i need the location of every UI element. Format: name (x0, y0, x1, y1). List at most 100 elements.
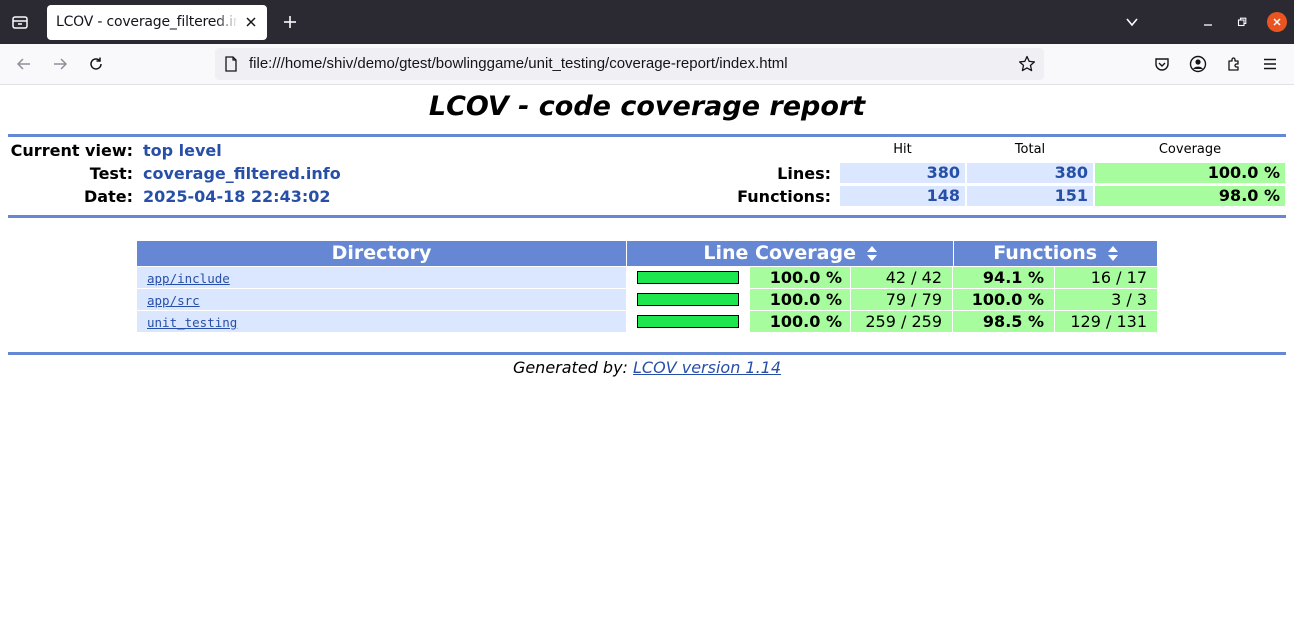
hit-column-header: Hit (893, 142, 912, 157)
pocket-button[interactable] (1150, 52, 1174, 76)
arrow-right-icon (54, 58, 68, 70)
bookmark-star-button[interactable] (1016, 53, 1038, 75)
top-ruler (8, 134, 1286, 137)
function-coverage-count: 129 / 131 (1055, 311, 1157, 332)
coverage-bar (637, 315, 739, 328)
account-button[interactable] (1186, 52, 1210, 76)
extensions-button[interactable] (1222, 52, 1246, 76)
close-icon (1273, 18, 1281, 26)
directory-link[interactable]: unit_testing (147, 315, 237, 330)
footer-prefix: Generated by: (512, 358, 628, 377)
coverage-bar-cell (627, 289, 749, 310)
line-coverage-percent: 100.0 % (750, 267, 850, 288)
line-coverage-count: 42 / 42 (851, 267, 952, 288)
functions-column-label: Functions (993, 242, 1098, 264)
directory-cell: app/include (137, 267, 626, 288)
functions-column-header[interactable]: Functions (954, 241, 1157, 266)
coverage-bar-fill (638, 272, 738, 283)
active-tab[interactable]: LCOV - coverage_filtered.info (47, 5, 267, 40)
maximize-button[interactable] (1234, 14, 1250, 30)
tab-close-button[interactable] (243, 14, 259, 30)
minimize-icon (1204, 24, 1212, 26)
table-row: unit_testing 100.0 % 259 / 259 98.5 % 12… (137, 311, 1157, 332)
line-coverage-column-label: Line Coverage (703, 242, 856, 264)
coverage-bar-fill (638, 316, 738, 327)
url-bar[interactable]: file:///home/shiv/demo/gtest/bowlinggame… (215, 48, 1044, 80)
navigation-toolbar: file:///home/shiv/demo/gtest/bowlinggame… (0, 44, 1294, 85)
directory-cell: unit_testing (137, 311, 626, 332)
close-icon (246, 17, 256, 27)
table-row: app/src 100.0 % 79 / 79 100.0 % 3 / 3 (137, 289, 1157, 310)
functions-coverage: 98.0 % (1095, 186, 1285, 206)
sort-icon[interactable] (866, 246, 877, 261)
url-text[interactable]: file:///home/shiv/demo/gtest/bowlinggame… (249, 55, 788, 72)
function-coverage-percent: 100.0 % (953, 289, 1054, 310)
page-icon (223, 56, 239, 72)
directory-column-label: Directory (331, 242, 432, 264)
coverage-column-header: Coverage (1158, 142, 1222, 157)
tab-list-icon (12, 16, 28, 29)
tab-title: LCOV - coverage_filtered.info (56, 14, 238, 30)
plus-icon (284, 16, 296, 28)
account-icon (1189, 55, 1207, 73)
functions-label: Functions: (737, 187, 831, 206)
window-close-button[interactable] (1267, 12, 1287, 32)
forward-button[interactable] (48, 52, 72, 76)
coverage-bar-cell (627, 267, 749, 288)
total-column-header: Total (1014, 142, 1046, 157)
coverage-bar-fill (638, 294, 738, 305)
current-view-label: Current view: (10, 141, 133, 160)
tab-bar: LCOV - coverage_filtered.info (0, 0, 1294, 44)
directory-column-header: Directory (137, 241, 626, 266)
coverage-bar (637, 293, 739, 306)
line-coverage-percent: 100.0 % (750, 311, 850, 332)
directory-link[interactable]: app/include (147, 271, 230, 286)
page-content: LCOV - code coverage report Current view… (0, 85, 1294, 638)
directory-link[interactable]: app/src (147, 293, 200, 308)
lcov-version-link[interactable]: LCOV version 1.14 (633, 358, 781, 377)
star-icon (1018, 55, 1036, 72)
test-value: coverage_filtered.info (143, 164, 341, 183)
line-coverage-column-header[interactable]: Line Coverage (627, 241, 953, 266)
arrow-left-icon (16, 58, 30, 70)
lines-coverage: 100.0 % (1095, 163, 1285, 183)
menu-button[interactable] (1258, 52, 1282, 76)
header-bottom-ruler (8, 215, 1286, 218)
puzzle-icon (1228, 57, 1239, 71)
functions-hit: 148 (840, 186, 965, 206)
sort-icon[interactable] (1107, 246, 1118, 261)
list-all-tabs-button[interactable] (8, 10, 32, 34)
functions-total: 151 (967, 186, 1093, 206)
date-label: Date: (84, 187, 133, 206)
function-coverage-count: 16 / 17 (1055, 267, 1157, 288)
coverage-bar (637, 271, 739, 284)
lines-hit: 380 (840, 163, 965, 183)
new-tab-button[interactable] (278, 10, 302, 34)
directory-cell: app/src (137, 289, 626, 310)
current-view-value: top level (143, 141, 222, 160)
line-coverage-count: 79 / 79 (851, 289, 952, 310)
table-row: app/include 100.0 % 42 / 42 94.1 % 16 / … (137, 267, 1157, 288)
function-coverage-percent: 94.1 % (953, 267, 1054, 288)
footer: Generated by: LCOV version 1.14 (0, 358, 1294, 377)
function-coverage-percent: 98.5 % (953, 311, 1054, 332)
chevron-down-icon (1126, 18, 1138, 27)
tab-overflow-button[interactable] (1120, 10, 1144, 34)
minimize-button[interactable] (1200, 14, 1216, 30)
line-coverage-count: 259 / 259 (851, 311, 952, 332)
lines-label: Lines: (777, 164, 831, 183)
test-label: Test: (89, 164, 133, 183)
reload-icon (90, 57, 102, 70)
function-coverage-count: 3 / 3 (1055, 289, 1157, 310)
pocket-icon (1155, 58, 1169, 71)
back-button[interactable] (12, 52, 36, 76)
footer-ruler (8, 352, 1286, 355)
report-title: LCOV - code coverage report (428, 91, 866, 122)
line-coverage-percent: 100.0 % (750, 289, 850, 310)
document-icon (225, 56, 237, 72)
hamburger-menu-icon (1264, 58, 1276, 70)
reload-button[interactable] (84, 52, 108, 76)
restore-icon (1237, 17, 1247, 27)
coverage-bar-cell (627, 311, 749, 332)
lines-total: 380 (967, 163, 1093, 183)
